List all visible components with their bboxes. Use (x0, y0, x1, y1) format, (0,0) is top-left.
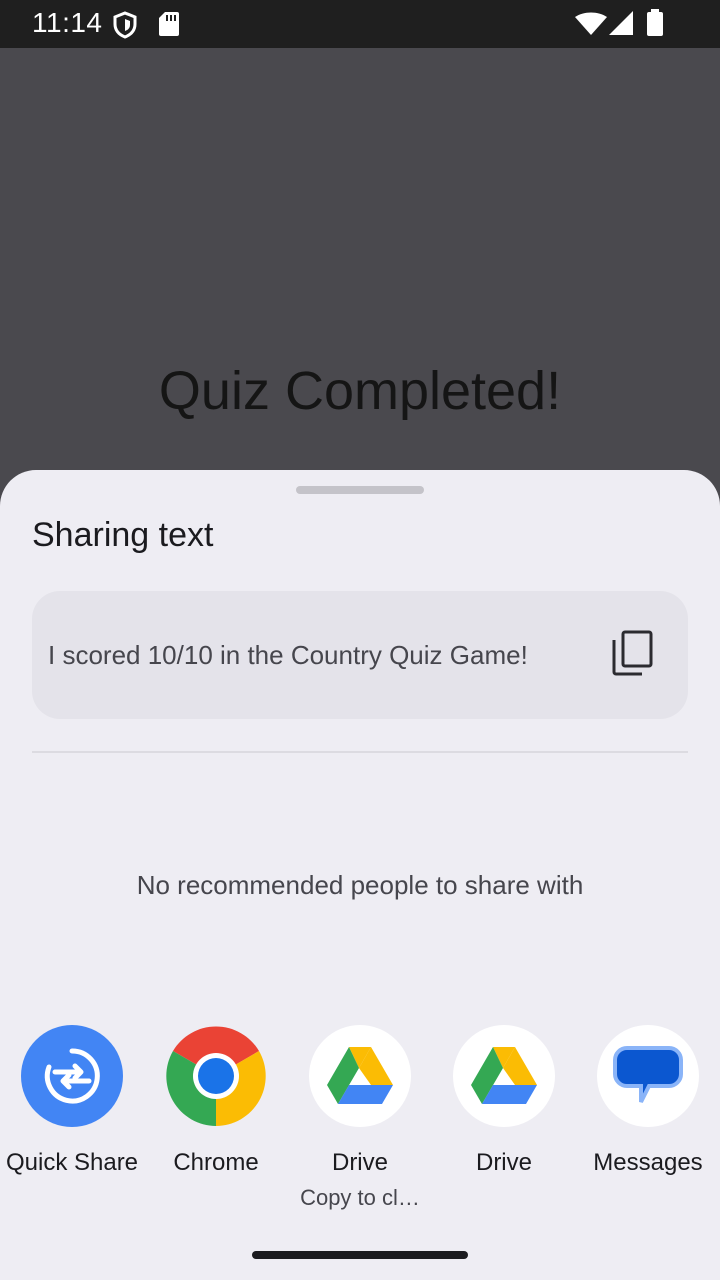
share-target-drive-copy[interactable]: Drive Copy to cl… (288, 1025, 432, 1211)
status-bar: 11:14 (0, 0, 720, 48)
copy-button[interactable] (598, 621, 666, 689)
sheet-title: Sharing text (32, 516, 214, 554)
signal-icon (608, 10, 634, 41)
share-target-messages[interactable]: Messages (576, 1025, 720, 1177)
share-target-sublabel: Copy to cl… (300, 1185, 420, 1210)
quiz-completed-title: Quiz Completed! (158, 361, 562, 421)
preview-text: I scored 10/10 in the Country Quiz Game! (48, 640, 528, 670)
text-preview-card: I scored 10/10 in the Country Quiz Game! (32, 591, 688, 719)
chrome-icon (165, 1025, 267, 1127)
share-target-label: Messages (593, 1149, 703, 1176)
divider (32, 751, 688, 753)
status-time: 11:14 (32, 7, 103, 38)
copy-icon (611, 630, 653, 681)
share-targets: Quick Share Chrome Drive Copy to cl… Dri… (0, 1025, 720, 1225)
share-target-label: Chrome (173, 1149, 259, 1176)
share-target-label: Drive (331, 1149, 388, 1176)
wifi-icon (575, 12, 607, 41)
messages-icon (597, 1025, 699, 1127)
drive-icon (309, 1025, 411, 1127)
share-target-drive[interactable]: Drive (432, 1025, 576, 1177)
shield-icon (112, 11, 138, 44)
sheet-drag-handle[interactable] (296, 486, 424, 494)
drive-icon (453, 1025, 555, 1127)
quick-share-icon (21, 1025, 123, 1127)
share-sheet: Sharing text I scored 10/10 in the Count… (0, 470, 720, 1280)
app-background (0, 48, 720, 500)
share-target-label: Drive (475, 1149, 532, 1176)
share-target-quick-share[interactable]: Quick Share (0, 1025, 144, 1177)
share-target-chrome[interactable]: Chrome (144, 1025, 288, 1177)
battery-icon (646, 9, 664, 42)
gesture-nav-handle[interactable] (252, 1251, 468, 1259)
sd-card-icon (158, 11, 180, 42)
share-target-label: Quick Share (5, 1149, 139, 1176)
no-recommendations-message: No recommended people to share with (136, 870, 584, 900)
